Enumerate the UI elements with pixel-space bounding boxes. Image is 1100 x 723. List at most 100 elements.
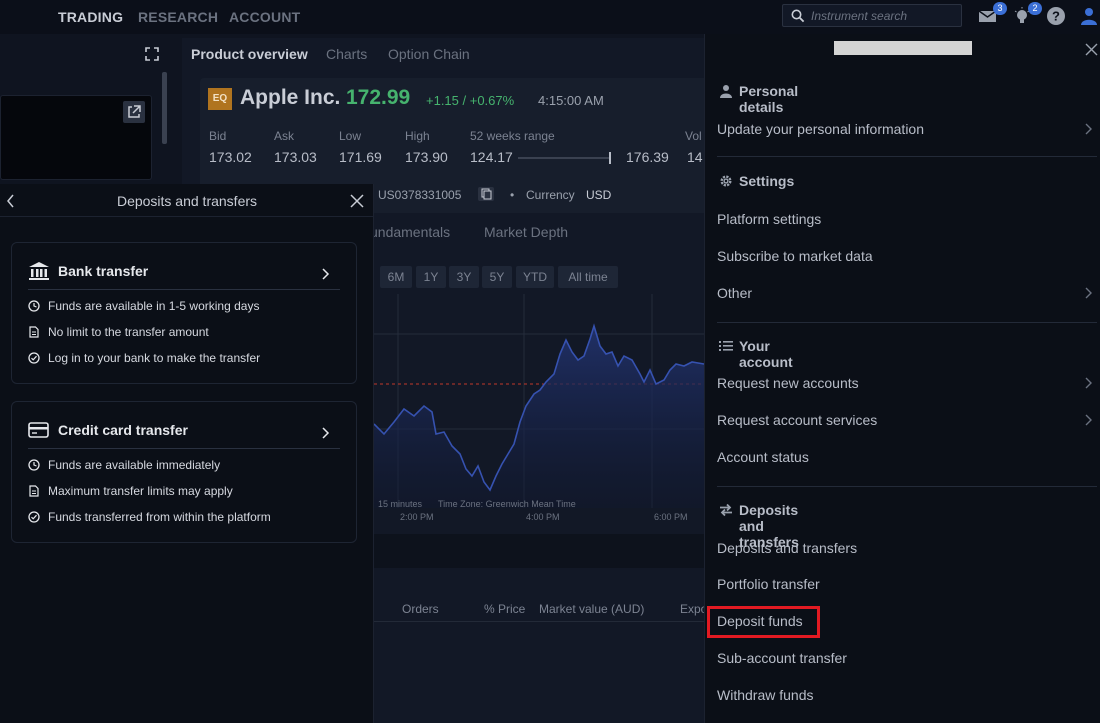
nav-trading[interactable]: TRADING [58,9,123,25]
menu-request-new-accounts[interactable]: Request new accounts [717,375,859,391]
close-icon[interactable] [1085,43,1098,56]
feature-text: No limit to the transfer amount [48,325,209,339]
feature-text: Funds are available in 1-5 working days [48,299,260,313]
card-divider [28,448,340,449]
period-ytd[interactable]: YTD [516,266,554,288]
ideas-button[interactable]: 2 [1012,2,1042,26]
credit-card-transfer-card[interactable]: Credit card transfer Funds are available… [11,401,357,543]
card-divider [28,289,340,290]
quote-time: 4:15:00 AM [538,93,604,108]
user-icon [1081,8,1097,25]
column-price-change[interactable]: % Price [484,602,525,616]
menu-deposits-transfers[interactable]: Deposits and transfers [717,540,857,556]
user-menu-button[interactable] [1078,6,1100,26]
isin-code: US0378331005 [378,188,462,202]
high-value: 173.90 [405,149,448,165]
low-value: 171.69 [339,149,382,165]
bank-transfer-title: Bank transfer [58,263,149,279]
transfer-icon [720,503,732,517]
deposit-funds-highlight [707,606,820,638]
product-tabs: Product overview Charts Option Chain [182,38,742,68]
chart-interval: 15 minutes [378,499,423,509]
help-button[interactable]: ? [1046,6,1068,26]
menu-divider [717,156,1097,157]
divider [0,216,374,217]
last-price: 172.99 [346,86,411,109]
credit-card-transfer-title: Credit card transfer [58,422,188,438]
credit-card-icon [28,422,49,438]
period-1y[interactable]: 1Y [416,266,446,288]
nav-account[interactable]: ACCOUNT [229,9,300,25]
chart-widget [0,95,152,180]
document-icon [29,485,39,497]
messages-button[interactable]: 3 [977,2,1007,26]
range-bar [518,157,610,159]
ask-value: 173.03 [274,149,317,165]
bank-transfer-card[interactable]: Bank transfer Funds are available in 1-5… [11,242,357,384]
list-icon [719,341,733,351]
currency-label: Currency [526,188,575,202]
tab-option-chain[interactable]: Option Chain [388,46,470,62]
nav-research[interactable]: RESEARCH [138,9,218,25]
chevron-right-icon [1085,414,1092,426]
popout-button[interactable] [123,101,145,123]
search-input[interactable] [811,8,959,24]
top-navigation: TRADING RESEARCH ACCOUNT 3 [0,0,1100,34]
expand-icon[interactable] [145,47,159,61]
instrument-name: Apple Inc. [240,86,341,109]
time-tick: 2:00 PM [400,512,434,522]
positions-toolbar [374,534,742,568]
menu-request-account-services[interactable]: Request account services [717,412,877,428]
scrollbar[interactable] [162,72,167,144]
redacted-username [834,41,972,55]
tab-market-depth[interactable]: Market Depth [484,224,568,240]
menu-portfolio-transfer[interactable]: Portfolio transfer [717,576,820,592]
ideas-badge: 2 [1028,2,1042,15]
low-label: Low [339,129,362,143]
column-orders[interactable]: Orders [402,602,439,616]
gear-icon [720,175,732,187]
period-5y[interactable]: 5Y [482,266,512,288]
menu-subscribe-market-data[interactable]: Subscribe to market data [717,248,873,264]
copy-button[interactable] [478,187,494,201]
menu-account-status[interactable]: Account status [717,449,809,465]
menu-withdraw-funds[interactable]: Withdraw funds [717,687,813,703]
clock-icon [28,300,40,312]
check-circle-icon [28,352,40,364]
chevron-right-icon [1085,123,1092,135]
period-6m[interactable]: 6M [380,266,412,288]
menu-divider [717,486,1097,487]
currency-value: USD [586,188,612,202]
mail-badge: 3 [993,2,1007,15]
feature-text: Funds transferred from within the platfo… [48,510,271,524]
menu-other[interactable]: Other [717,285,752,301]
tab-charts[interactable]: Charts [326,46,367,62]
price-area [374,326,704,508]
volume-value: 14 [687,149,703,165]
instrument-search[interactable] [782,4,962,27]
period-all-time[interactable]: All time [558,266,618,288]
feature-text: Maximum transfer limits may apply [48,484,233,498]
range-high-value: 176.39 [626,149,669,165]
price-change: +1.15 / +0.67% [426,93,515,108]
menu-update-personal-info[interactable]: Update your personal information [717,121,924,137]
bullet-separator: • [510,188,515,202]
column-market-value[interactable]: Market value (AUD) [539,602,644,616]
person-icon [720,85,732,98]
help-icon: ? [1047,7,1065,25]
price-chart[interactable] [374,294,704,520]
close-icon[interactable] [350,194,364,208]
menu-platform-settings[interactable]: Platform settings [717,211,821,227]
tab-fundamentals[interactable]: undamentals [370,224,450,240]
range-marker [609,152,611,164]
document-icon [29,326,39,338]
section-title: Settings [739,173,795,189]
tab-product-overview[interactable]: Product overview [191,46,308,62]
menu-sub-account-transfer[interactable]: Sub-account transfer [717,650,847,666]
search-icon [791,9,805,23]
period-3y[interactable]: 3Y [449,266,479,288]
feature-text: Funds are available immediately [48,458,221,472]
chevron-right-icon [1085,287,1092,299]
chevron-right-icon [1085,377,1092,389]
time-tick: 6:00 PM [654,512,688,522]
